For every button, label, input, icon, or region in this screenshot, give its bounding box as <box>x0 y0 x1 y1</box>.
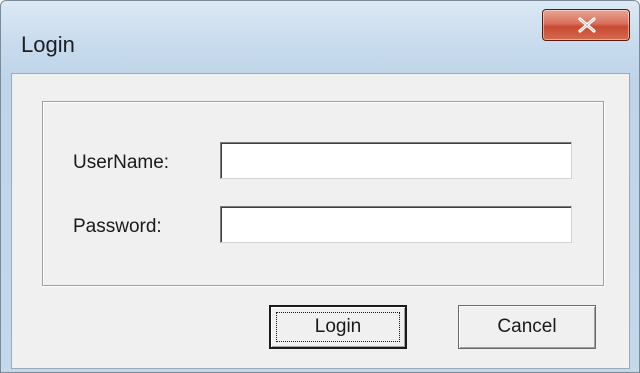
password-label: Password: <box>73 216 162 237</box>
window-title: Login <box>21 32 75 57</box>
dialog-body: UserName: Password: Login Cancel <box>11 73 630 369</box>
login-button[interactable]: Login <box>269 305 407 349</box>
username-label: UserName: <box>73 152 170 173</box>
login-button-label: Login <box>276 312 400 342</box>
username-input[interactable] <box>220 142 572 179</box>
credentials-group <box>42 101 604 286</box>
cancel-button[interactable]: Cancel <box>458 305 596 349</box>
password-input[interactable] <box>220 206 572 243</box>
title-bar[interactable]: Login <box>1 1 639 73</box>
close-button[interactable] <box>542 9 630 41</box>
close-icon <box>578 17 596 33</box>
login-dialog: Login UserName: Password: Login Cancel <box>0 0 640 373</box>
